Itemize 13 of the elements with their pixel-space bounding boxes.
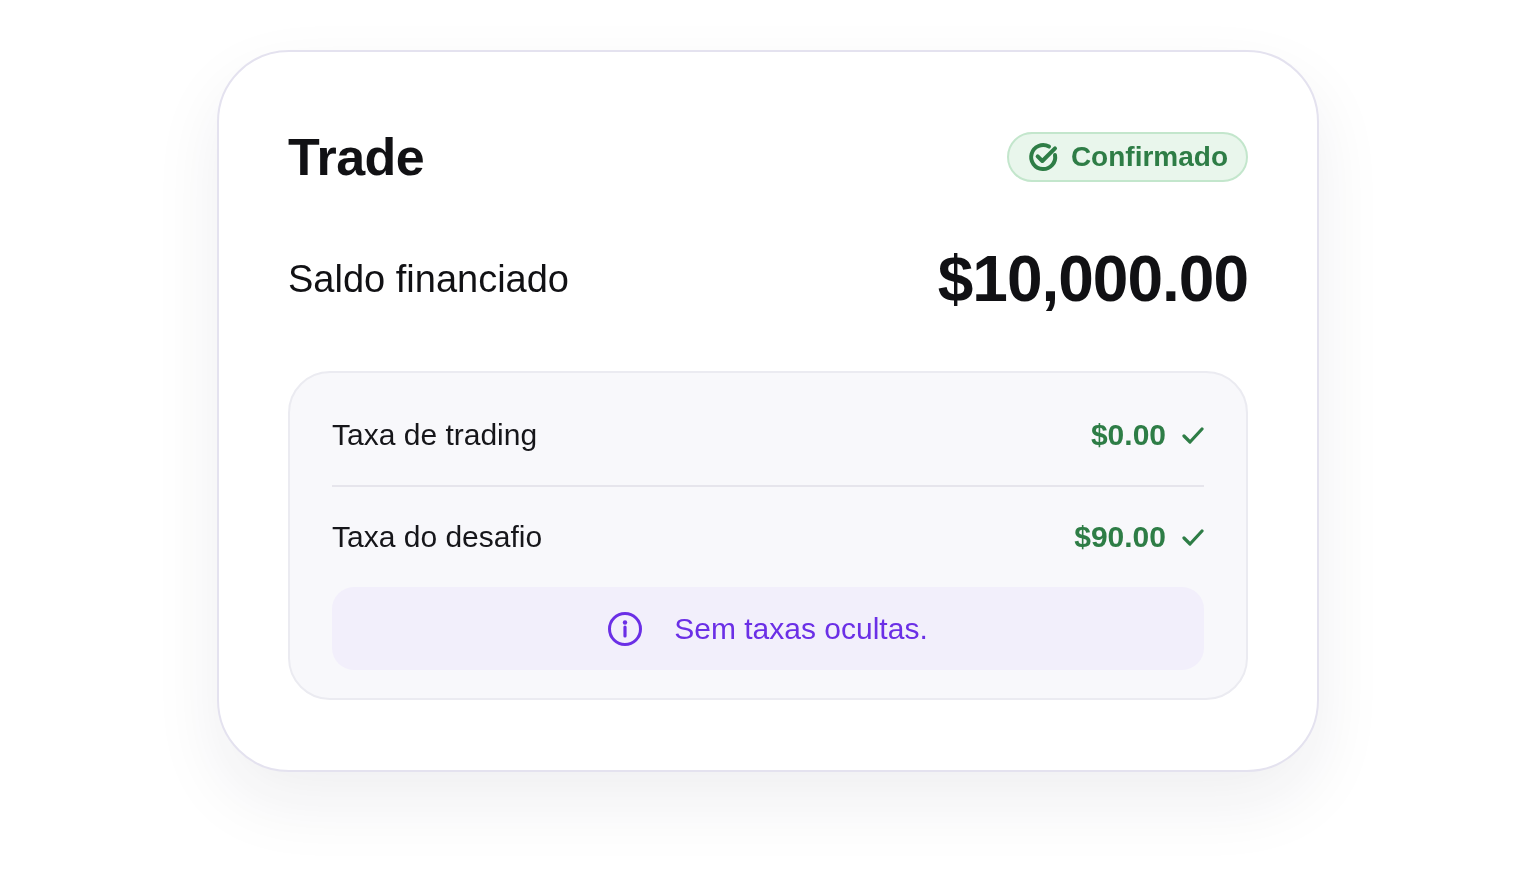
notice-text: Sem taxas ocultas. bbox=[674, 610, 928, 647]
check-icon bbox=[1182, 426, 1204, 444]
fee-label: Taxa de trading bbox=[332, 417, 538, 453]
balance-label: Saldo financiado bbox=[288, 257, 569, 301]
fee-label: Taxa do desafio bbox=[332, 519, 543, 555]
fee-amount: $0.00 bbox=[1090, 417, 1166, 453]
check-circle-icon bbox=[1026, 141, 1059, 173]
fee-amount: $90.00 bbox=[1074, 519, 1166, 555]
card-title: Trade bbox=[288, 129, 425, 185]
check-icon bbox=[1182, 528, 1204, 546]
balance-amount: $10,000.00 bbox=[937, 243, 1248, 315]
status-label: Confirmado bbox=[1070, 141, 1228, 173]
info-icon bbox=[608, 611, 643, 646]
